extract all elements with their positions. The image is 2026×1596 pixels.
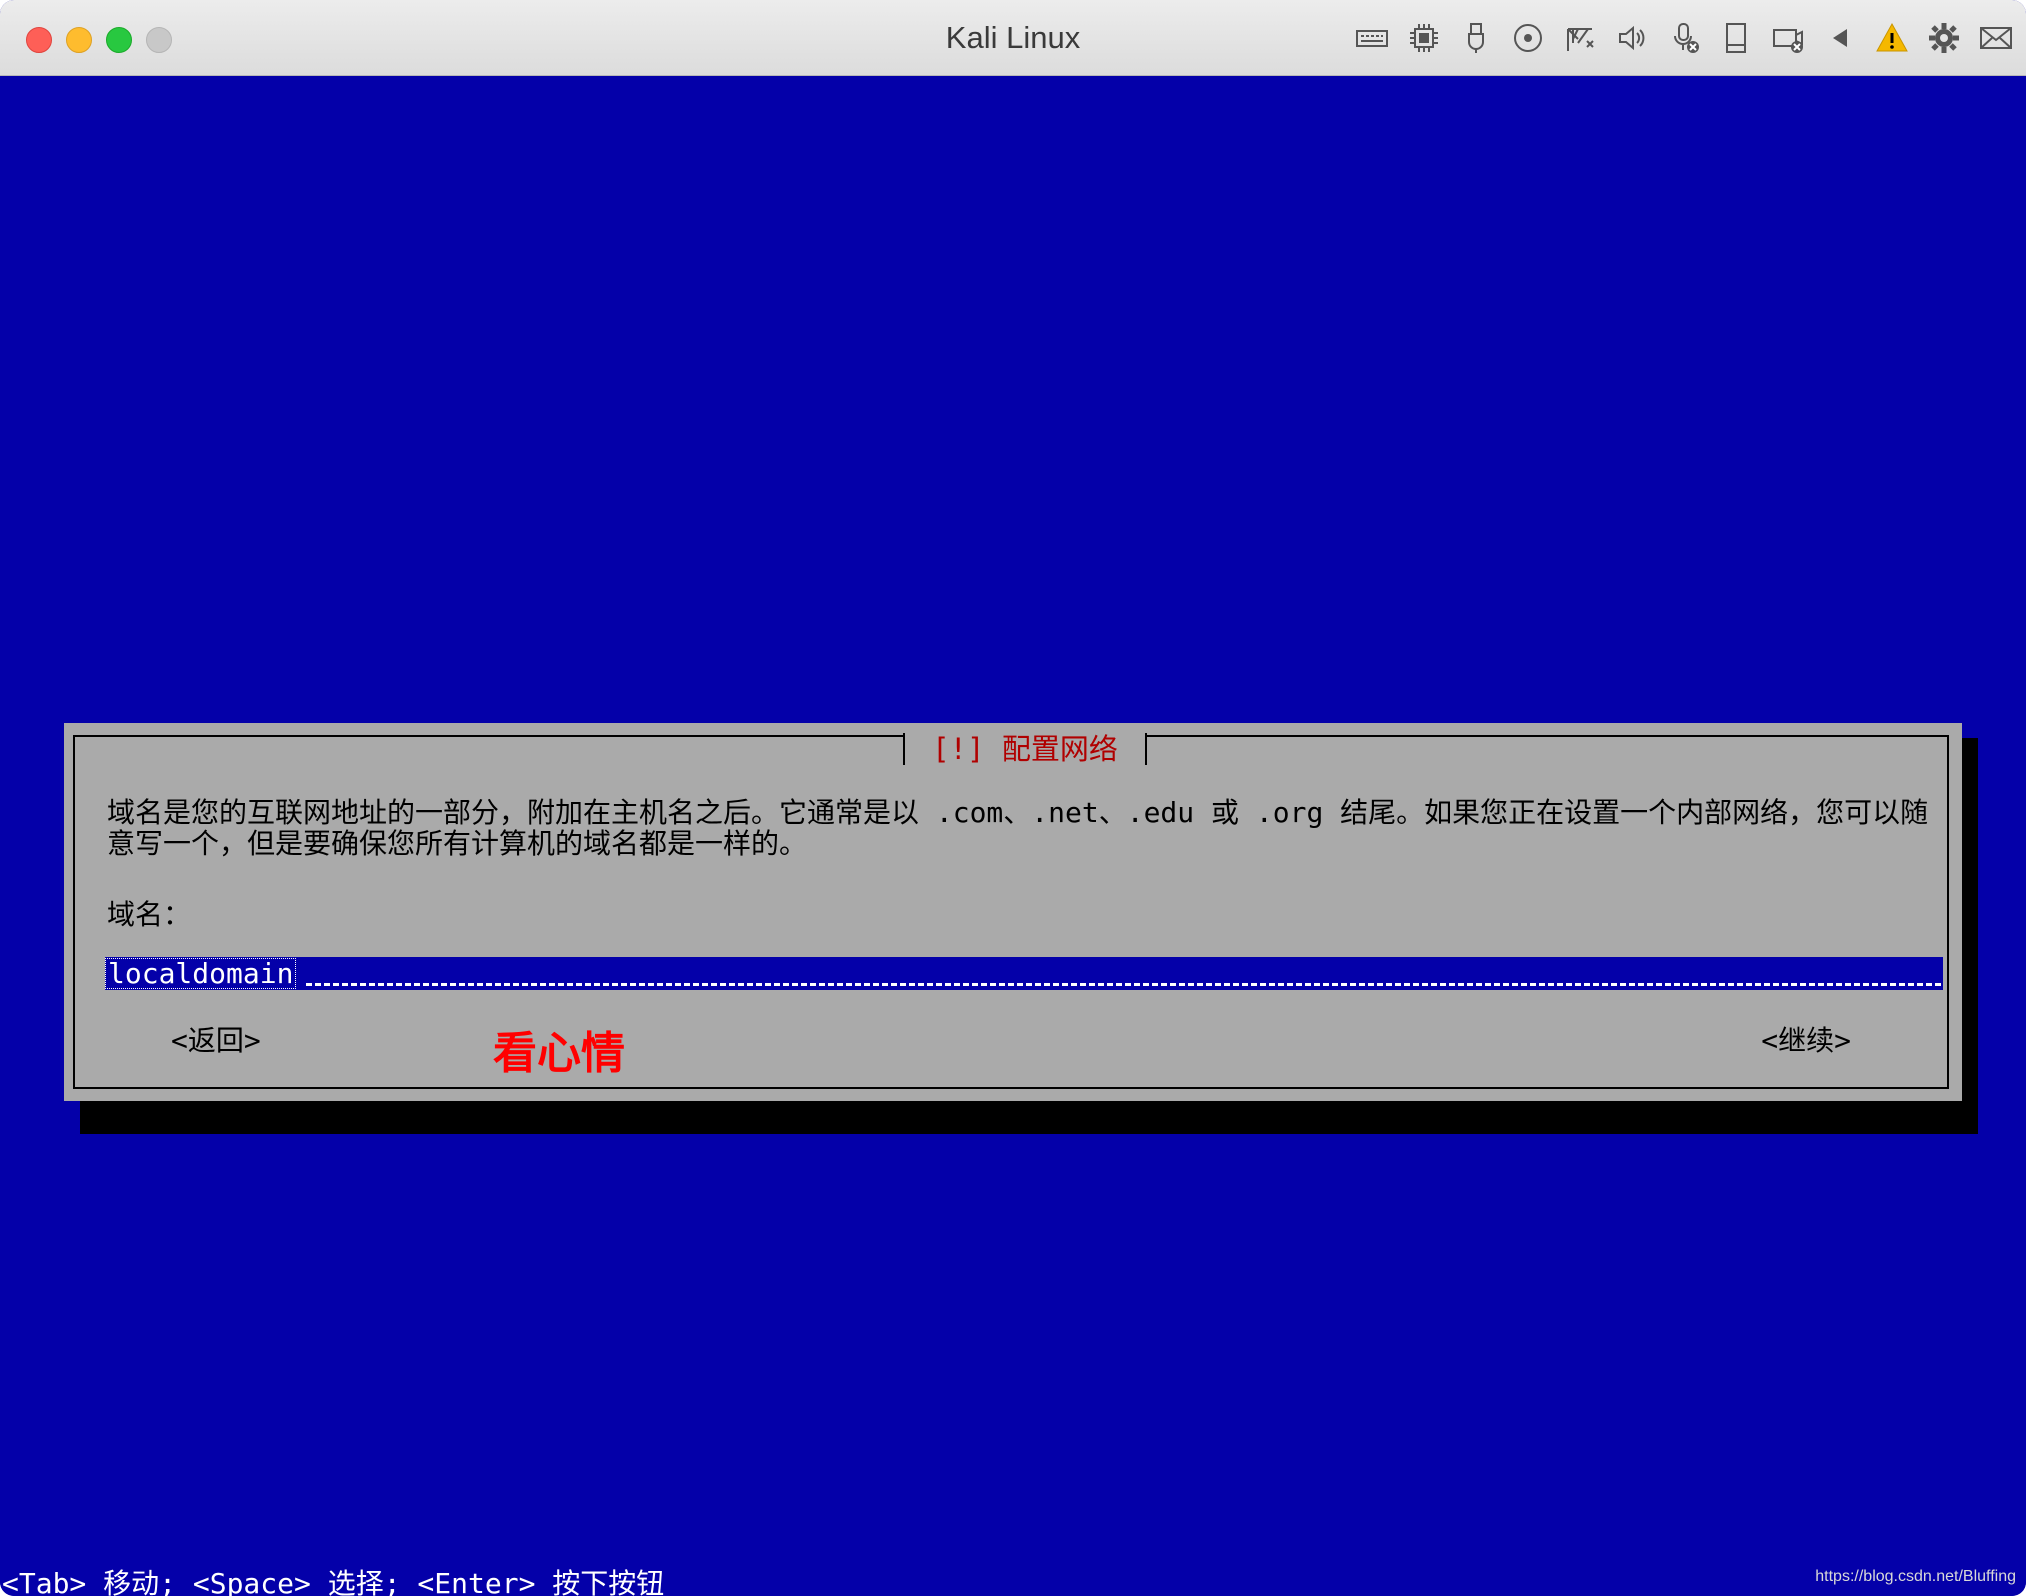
storage-icon[interactable] bbox=[1716, 18, 1756, 58]
domain-input-fill[interactable] bbox=[306, 981, 1941, 986]
gear-icon[interactable] bbox=[1924, 18, 1964, 58]
keyboard-hints: <Tab> 移动; <Space> 选择; <Enter> 按下按钮 bbox=[2, 1567, 665, 1596]
domain-input-value[interactable]: localdomain bbox=[105, 958, 297, 989]
watermark: https://blog.csdn.net/Bluffing bbox=[1815, 1568, 2016, 1585]
domain-input[interactable]: localdomain bbox=[105, 957, 1943, 990]
continue-button[interactable]: <继续> bbox=[1761, 1019, 1851, 1059]
dialog-title: [!] 配置网络 bbox=[903, 733, 1147, 765]
vm-window: Kali Linux [!] 配置网络 域名是您的互联网地址的一部分，附加在主机… bbox=[0, 0, 2026, 1596]
mail-icon[interactable] bbox=[1976, 18, 2016, 58]
network-icon[interactable] bbox=[1560, 18, 1600, 58]
dialog-frame: [!] 配置网络 域名是您的互联网地址的一部分，附加在主机名之后。它通常是以 .… bbox=[73, 733, 1949, 1089]
annotation-text: 看心情 bbox=[493, 1028, 625, 1079]
back-button[interactable]: <返回> bbox=[171, 1019, 261, 1059]
configure-network-dialog: [!] 配置网络 域名是您的互联网地址的一部分，附加在主机名之后。它通常是以 .… bbox=[64, 723, 1962, 1101]
vm-toolbar bbox=[1340, 18, 2016, 58]
title-bar[interactable]: Kali Linux bbox=[0, 0, 2026, 76]
domain-field-label: 域名： bbox=[107, 898, 192, 931]
arrow-left-icon[interactable] bbox=[1820, 18, 1860, 58]
usb-icon[interactable] bbox=[1456, 18, 1496, 58]
warning-icon[interactable] bbox=[1872, 18, 1912, 58]
microphone-icon[interactable] bbox=[1664, 18, 1704, 58]
vm-screen: [!] 配置网络 域名是您的互联网地址的一部分，附加在主机名之后。它通常是以 .… bbox=[0, 76, 2026, 1596]
camera-icon[interactable] bbox=[1768, 18, 1808, 58]
keyboard-icon[interactable] bbox=[1352, 18, 1392, 58]
disc-icon[interactable] bbox=[1508, 18, 1548, 58]
dialog-description: 域名是您的互联网地址的一部分，附加在主机名之后。它通常是以 .com、.net、… bbox=[107, 796, 1929, 860]
cpu-icon[interactable] bbox=[1404, 18, 1444, 58]
speaker-icon[interactable] bbox=[1612, 18, 1652, 58]
